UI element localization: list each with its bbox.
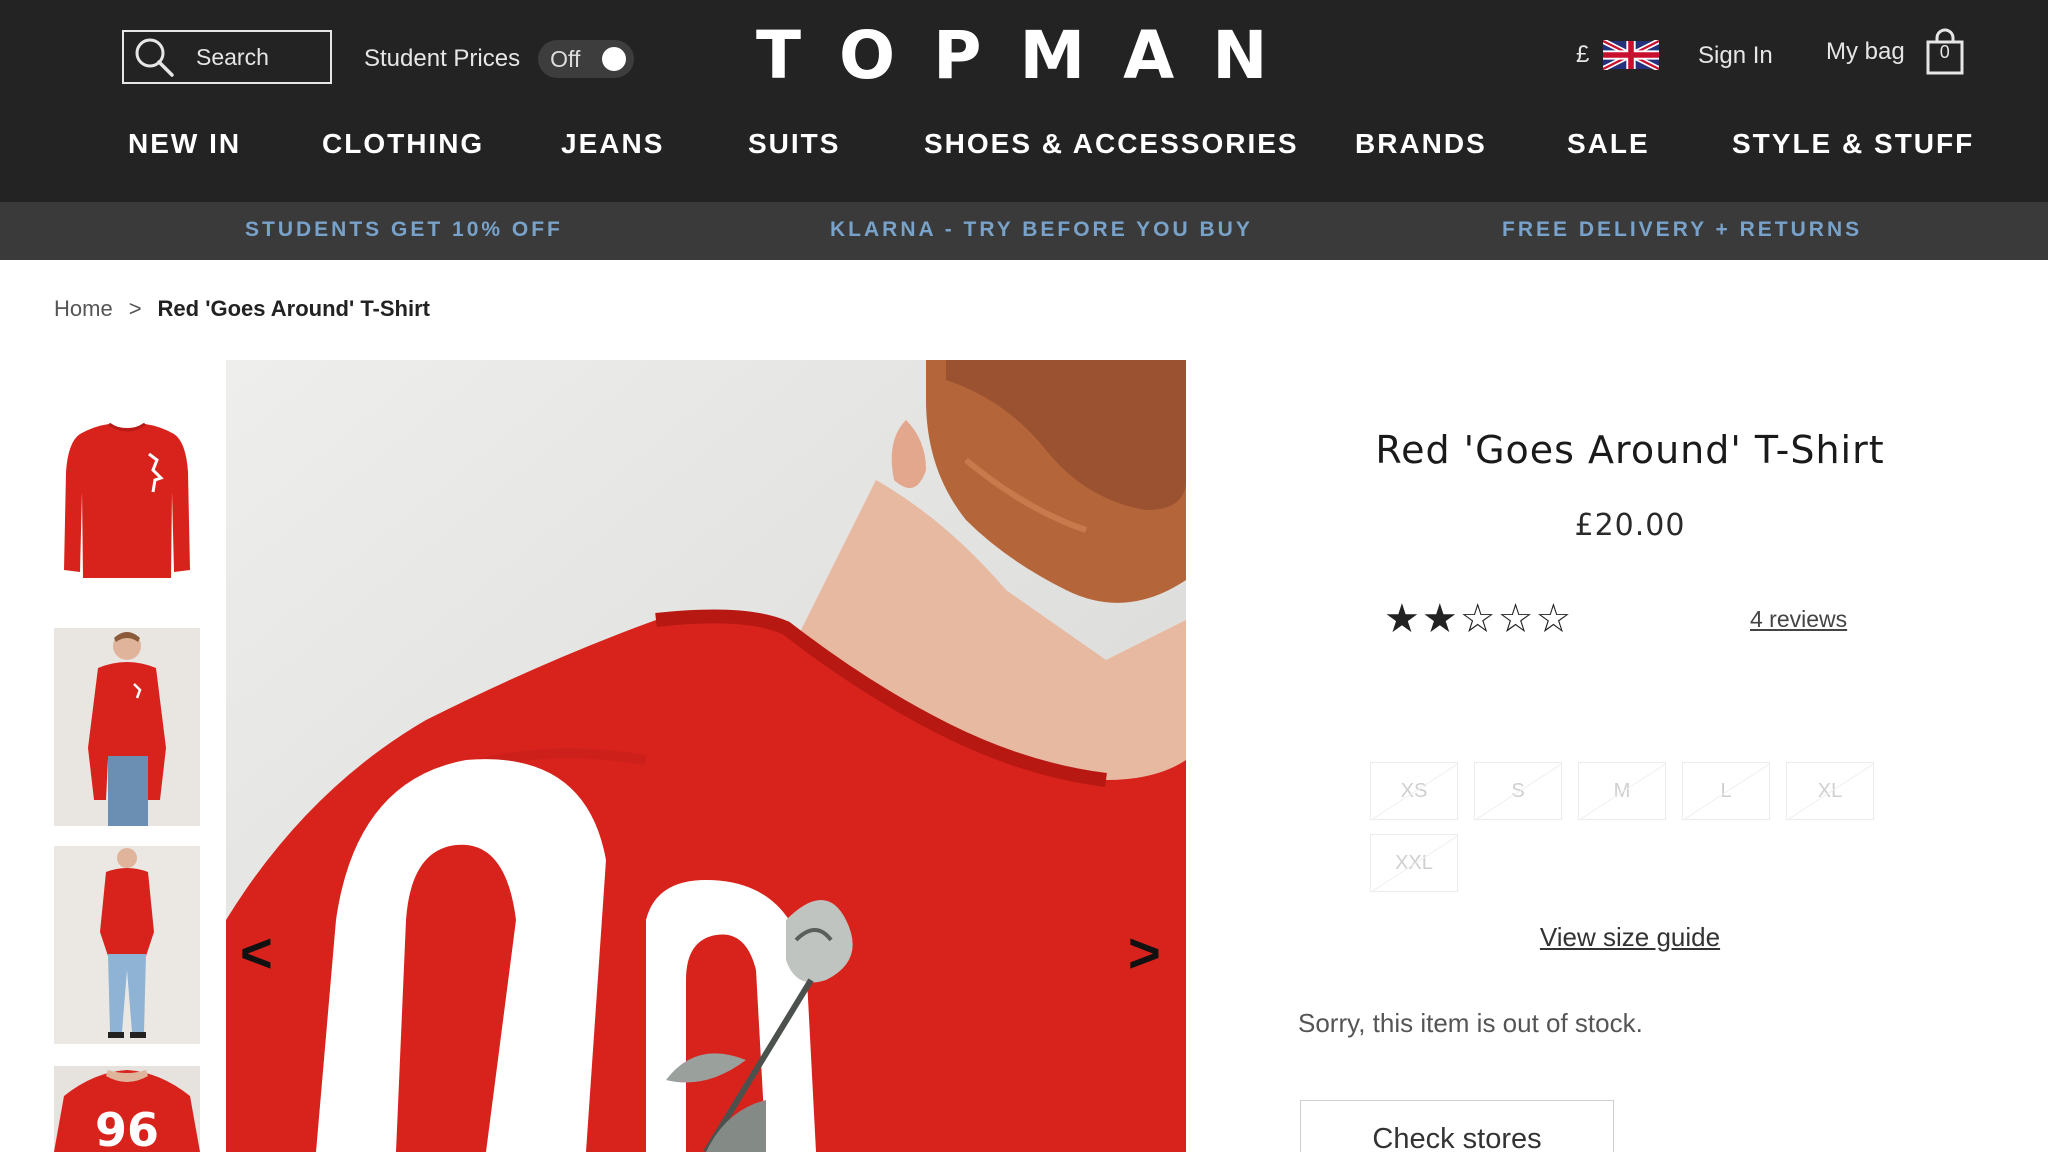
bag-count: 0 <box>1939 42 1950 62</box>
toggle-knob <box>602 47 627 71</box>
gallery-next-arrow[interactable]: > <box>1128 920 1161 985</box>
promo-bar: STUDENTS GET 10% OFF KLARNA - TRY BEFORE… <box>0 202 2048 260</box>
size-option-xs[interactable]: XS <box>1370 762 1458 820</box>
toggle-state-label: Off <box>550 45 581 72</box>
rating-stars: ★ ★ ☆ ☆ ☆ <box>1384 596 1573 642</box>
size-option-s[interactable]: S <box>1474 762 1562 820</box>
search-icon <box>135 38 174 77</box>
thumbnail-model-full[interactable] <box>54 846 200 1044</box>
nav-shoes-accessories[interactable]: SHOES & ACCESSORIES <box>924 128 1299 160</box>
currency-symbol: £ <box>1576 41 1590 68</box>
student-prices-toggle[interactable]: Off <box>538 40 635 78</box>
star-empty-icon: ☆ <box>1459 597 1498 641</box>
product-price: £20.00 <box>1574 508 1686 543</box>
promo-klarna[interactable]: KLARNA - TRY BEFORE YOU BUY <box>830 218 1253 242</box>
check-stores-button[interactable]: Check stores <box>1300 1100 1614 1152</box>
star-empty-icon: ☆ <box>1535 597 1574 641</box>
gallery-prev-arrow[interactable]: < <box>240 920 273 985</box>
topman-logo[interactable]: TOPMAN <box>756 17 1336 94</box>
nav-suits[interactable]: SUITS <box>748 128 840 160</box>
stock-message: Sorry, this item is out of stock. <box>1298 1008 1643 1038</box>
size-option-m[interactable]: M <box>1578 762 1666 820</box>
promo-free-delivery[interactable]: FREE DELIVERY + RETURNS <box>1502 218 1862 242</box>
product-title: Red 'Goes Around' T-Shirt <box>1375 428 1885 472</box>
nav-style-stuff[interactable]: STYLE & STUFF <box>1732 128 1974 160</box>
reviews-link[interactable]: 4 reviews <box>1750 606 1847 633</box>
nav-sale[interactable]: SALE <box>1567 128 1650 160</box>
star-empty-icon: ☆ <box>1497 597 1536 641</box>
thumbnail-front[interactable] <box>54 412 200 592</box>
main-navigation: NEW IN CLOTHING JEANS SUITS SHOES & ACCE… <box>0 128 2048 168</box>
my-bag-button[interactable]: My bag 0 <box>1826 28 1965 76</box>
student-prices: Student Prices Off <box>364 40 635 78</box>
nav-new-in[interactable]: NEW IN <box>128 128 241 160</box>
currency-selector[interactable]: £ <box>1576 40 1660 70</box>
search-label: Search <box>196 43 269 70</box>
shopping-bag-icon: 0 <box>1925 28 1965 76</box>
breadcrumb-current: Red 'Goes Around' T-Shirt <box>157 296 430 321</box>
breadcrumb-separator: > <box>128 296 142 321</box>
thumbnail-model-front[interactable] <box>54 628 200 826</box>
site-header: Search Student Prices Off TOPMAN £ Sign … <box>0 0 2048 202</box>
nav-clothing[interactable]: CLOTHING <box>322 128 484 160</box>
size-option-xl[interactable]: XL <box>1786 762 1874 820</box>
star-filled-icon: ★ <box>1384 597 1422 641</box>
thumbnail-back[interactable]: 96 <box>54 1066 200 1152</box>
nav-brands[interactable]: BRANDS <box>1355 128 1487 160</box>
promo-student-discount[interactable]: STUDENTS GET 10% OFF <box>245 218 563 242</box>
student-prices-label: Student Prices <box>364 45 521 72</box>
size-guide-link[interactable]: View size guide <box>1280 922 1980 953</box>
sign-in-link[interactable]: Sign In <box>1698 42 1773 70</box>
size-option-l[interactable]: L <box>1682 762 1770 820</box>
breadcrumb: Home > Red 'Goes Around' T-Shirt <box>54 296 430 322</box>
search-button[interactable]: Search <box>122 30 332 84</box>
breadcrumb-home[interactable]: Home <box>54 296 113 322</box>
my-bag-label: My bag <box>1826 38 1905 65</box>
star-filled-icon: ★ <box>1421 597 1460 641</box>
svg-text:96: 96 <box>95 1103 159 1152</box>
nav-jeans[interactable]: JEANS <box>561 128 664 160</box>
size-option-xxl[interactable]: XXL <box>1370 834 1458 892</box>
uk-flag-icon <box>1603 40 1660 70</box>
main-product-image: < > <box>226 360 1186 1152</box>
